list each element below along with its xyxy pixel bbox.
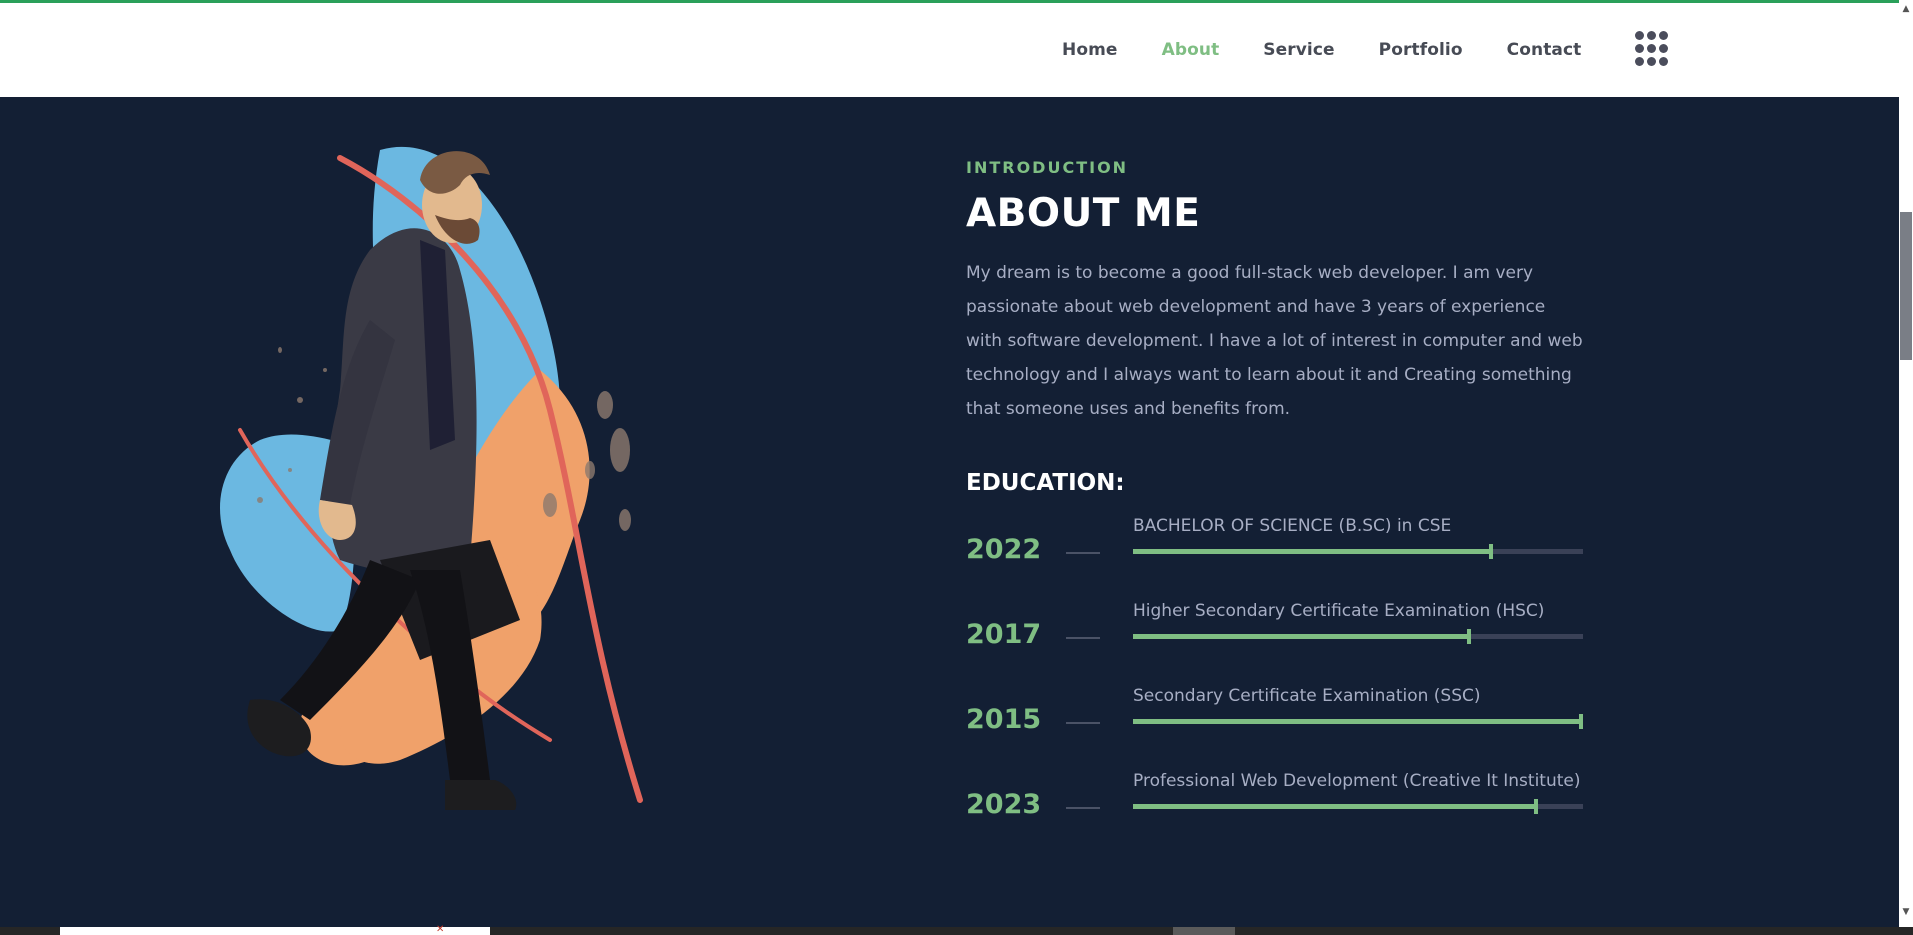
education-item: 2015 Secondary Certificate Examination (… bbox=[966, 686, 1586, 771]
education-progress-bar bbox=[1133, 799, 1583, 814]
about-title: ABOUT ME bbox=[966, 191, 1201, 236]
education-progress-bar bbox=[1133, 544, 1583, 559]
navbar: Home About Service Portfolio Contact bbox=[0, 3, 1899, 97]
education-progress-fill bbox=[1133, 719, 1583, 724]
main-nav: Home About Service Portfolio Contact bbox=[1062, 3, 1625, 97]
education-item: 2022 BACHELOR OF SCIENCE (B.SC) in CSE bbox=[966, 516, 1586, 601]
education-progress-knob bbox=[1579, 714, 1583, 729]
education-title: Professional Web Development (Creative I… bbox=[1133, 771, 1581, 791]
about-paragraph-line: technology and I always want to learn ab… bbox=[966, 365, 1572, 385]
about-paragraph-line: that someone uses and benefits from. bbox=[966, 399, 1291, 419]
close-icon[interactable]: ✕ bbox=[436, 925, 444, 935]
education-year: 2015 bbox=[966, 704, 1042, 735]
about-paragraph-line: My dream is to become a good full-stack … bbox=[966, 263, 1534, 283]
education-progress-bar bbox=[1133, 714, 1583, 729]
nav-home-link[interactable]: Home bbox=[1062, 40, 1118, 60]
education-year: 2017 bbox=[966, 619, 1042, 650]
education-progress-fill bbox=[1133, 634, 1471, 639]
education-progress-fill bbox=[1133, 549, 1493, 554]
education-dash bbox=[1066, 552, 1100, 554]
scroll-up-arrow-icon[interactable]: ▲ bbox=[1901, 4, 1911, 14]
education-item: 2017 Higher Secondary Certificate Examin… bbox=[966, 601, 1586, 686]
education-year: 2022 bbox=[966, 534, 1042, 565]
education-dash bbox=[1066, 722, 1100, 724]
grid-dot bbox=[1647, 44, 1656, 53]
education-list: 2022 BACHELOR OF SCIENCE (B.SC) in CSE 2… bbox=[966, 516, 1586, 856]
about-paragraph-line: with software development. I have a lot … bbox=[966, 331, 1583, 351]
grid-dot bbox=[1635, 57, 1644, 66]
education-dash bbox=[1066, 807, 1100, 809]
grid-dot bbox=[1659, 57, 1668, 66]
education-progress-bar bbox=[1133, 629, 1583, 644]
education-progress-knob bbox=[1534, 799, 1538, 814]
grid-dots-icon[interactable] bbox=[1635, 31, 1669, 67]
education-title: Higher Secondary Certificate Examination… bbox=[1133, 601, 1545, 621]
education-progress-knob bbox=[1489, 544, 1493, 559]
education-progress-fill bbox=[1133, 804, 1538, 809]
nav-contact-link[interactable]: Contact bbox=[1507, 40, 1582, 60]
education-year: 2023 bbox=[966, 789, 1042, 820]
education-dash bbox=[1066, 637, 1100, 639]
scroll-down-arrow-icon[interactable]: ▼ bbox=[1901, 907, 1911, 917]
scrollbar[interactable]: ▲ ▼ bbox=[1899, 0, 1913, 927]
grid-dot bbox=[1659, 31, 1668, 40]
education-item: 2023 Professional Web Development (Creat… bbox=[966, 771, 1586, 856]
education-progress-knob bbox=[1466, 629, 1471, 644]
man-walking-illustration bbox=[220, 140, 740, 880]
grid-dot bbox=[1659, 44, 1668, 53]
grid-dot bbox=[1647, 57, 1656, 66]
bottom-popup-edge bbox=[60, 927, 490, 935]
nav-about-link[interactable]: About bbox=[1162, 40, 1220, 60]
grid-dot bbox=[1635, 44, 1644, 53]
grid-dot bbox=[1635, 31, 1644, 40]
about-paragraph-line: passionate about web development and hav… bbox=[966, 297, 1546, 317]
grid-dot bbox=[1647, 31, 1656, 40]
education-title: Secondary Certificate Examination (SSC) bbox=[1133, 686, 1481, 706]
nav-portfolio-link[interactable]: Portfolio bbox=[1379, 40, 1463, 60]
education-heading: EDUCATION: bbox=[966, 470, 1125, 496]
nav-service-link[interactable]: Service bbox=[1263, 40, 1334, 60]
bottom-gray-tab bbox=[1173, 927, 1235, 935]
about-paragraph: My dream is to become a good full-stack … bbox=[966, 256, 1586, 426]
about-section: INTRODUCTION ABOUT ME My dream is to bec… bbox=[966, 158, 1586, 856]
scrollbar-thumb[interactable] bbox=[1900, 212, 1912, 360]
intro-label: INTRODUCTION bbox=[966, 158, 1129, 177]
education-title: BACHELOR OF SCIENCE (B.SC) in CSE bbox=[1133, 516, 1452, 536]
